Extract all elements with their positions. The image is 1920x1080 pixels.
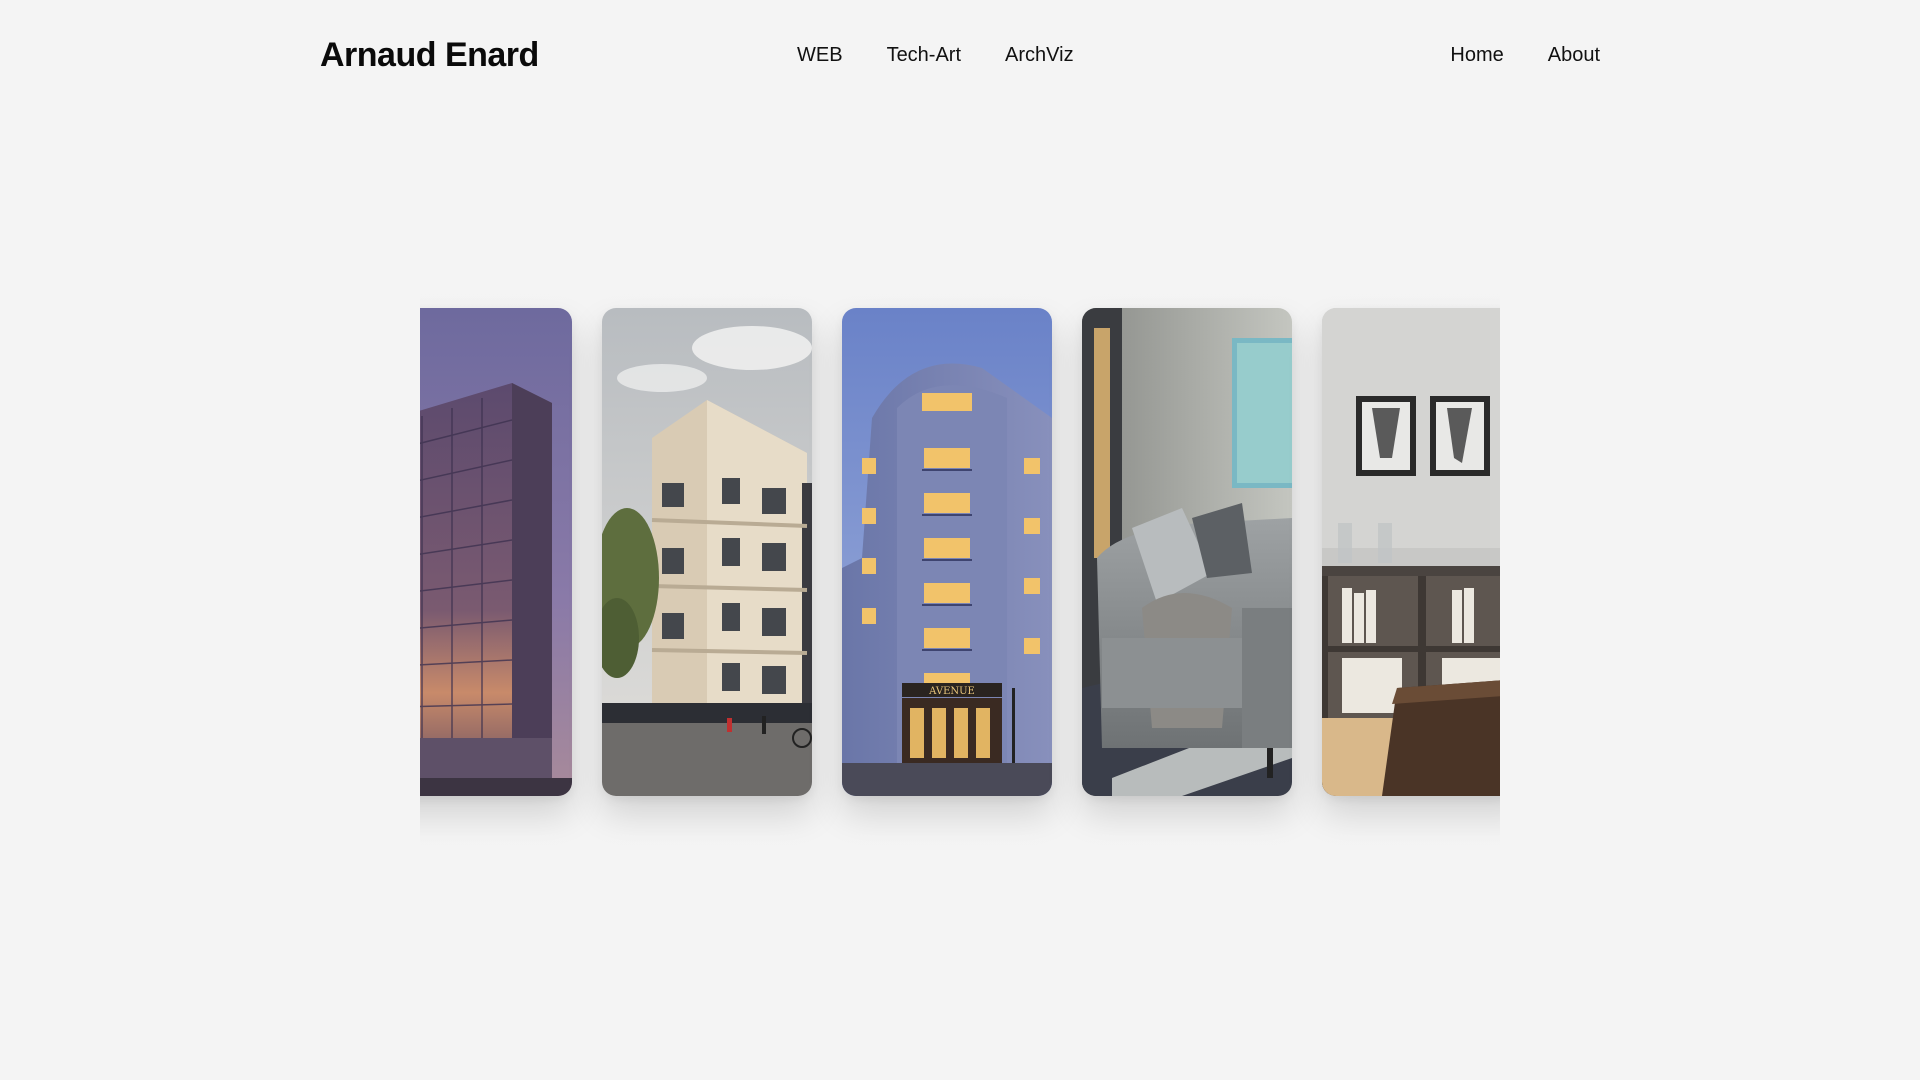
carousel-fade-top xyxy=(420,280,1500,308)
sofa-interior-image xyxy=(1082,308,1292,796)
nav-link-about[interactable]: About xyxy=(1548,44,1600,67)
site-header: Arnaud Enard WEB Tech-Art ArchViz Home A… xyxy=(0,0,1920,112)
glass-office-image xyxy=(420,308,572,796)
nav-link-home[interactable]: Home xyxy=(1450,44,1503,67)
nav-link-tech-art[interactable]: Tech-Art xyxy=(887,44,961,67)
project-carousel[interactable]: AVENUE xyxy=(420,280,1500,860)
category-nav: WEB Tech-Art ArchViz xyxy=(797,44,1074,67)
page-nav: Home About xyxy=(1450,44,1600,67)
project-card-avenue-building[interactable]: AVENUE xyxy=(842,308,1052,796)
shelf-interior-image xyxy=(1322,308,1500,796)
project-card-residential-building[interactable] xyxy=(602,308,812,796)
avenue-building-image: AVENUE xyxy=(842,308,1052,796)
project-card-glass-office[interactable] xyxy=(420,308,572,796)
avenue-sign-text: AVENUE xyxy=(928,686,975,697)
nav-link-archviz[interactable]: ArchViz xyxy=(1005,44,1074,67)
carousel-fade-bottom xyxy=(420,832,1500,860)
brand-logo[interactable]: Arnaud Enard xyxy=(320,36,539,75)
project-card-shelf-interior[interactable] xyxy=(1322,308,1500,796)
project-card-sofa-interior[interactable] xyxy=(1082,308,1292,796)
nav-link-web[interactable]: WEB xyxy=(797,44,843,67)
residential-building-image xyxy=(602,308,812,796)
